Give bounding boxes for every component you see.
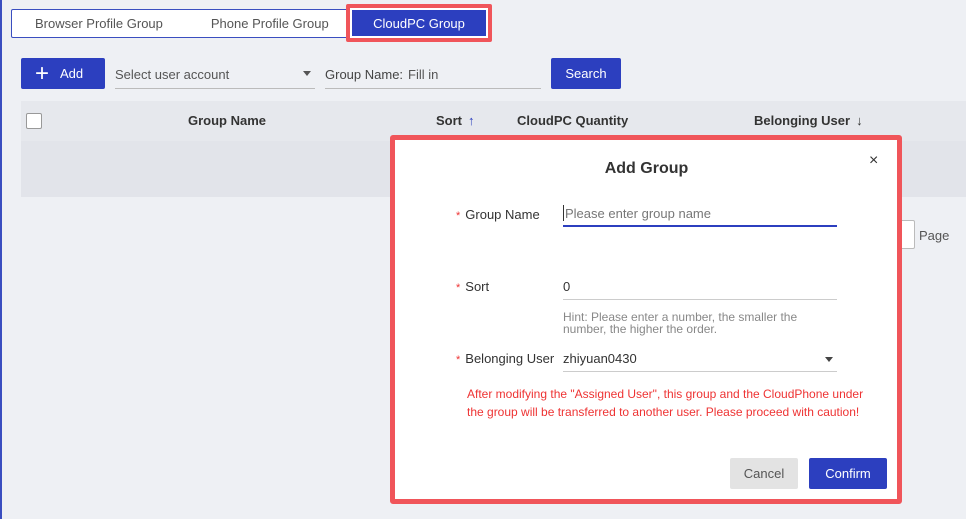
group-name-search-label: Group Name: (325, 66, 404, 82)
column-group-name[interactable]: Group Name (188, 113, 266, 128)
belonging-user-select[interactable]: zhiyuan0430 (563, 346, 837, 372)
text-cursor (563, 205, 564, 221)
tab-cloudpc-group[interactable]: CloudPC Group (352, 10, 486, 36)
sort-descending-icon: ↓ (856, 113, 863, 128)
column-cloudpc-quantity[interactable]: CloudPC Quantity (517, 113, 628, 128)
tab-phone-profile-group[interactable]: Phone Profile Group (187, 10, 353, 37)
plus-icon: + (35, 59, 50, 87)
user-account-placeholder: Select user account (115, 66, 230, 82)
chevron-down-icon (825, 357, 833, 362)
group-tabs: Browser Profile Group Phone Profile Grou… (11, 4, 492, 42)
group-name-search-field[interactable]: Group Name: Fill in (325, 60, 541, 89)
group-name-search-placeholder: Fill in (408, 66, 439, 82)
user-account-select[interactable]: Select user account (115, 60, 315, 89)
group-name-label: * Group Name (456, 207, 540, 222)
close-icon[interactable]: × (869, 152, 878, 170)
sort-input[interactable]: 0 (563, 274, 837, 300)
group-name-placeholder: Please enter group name (565, 205, 711, 221)
tab-highlight-box: CloudPC Group (346, 4, 492, 42)
tab-browser-profile-group[interactable]: Browser Profile Group (12, 10, 187, 37)
group-name-input[interactable]: Please enter group name (563, 201, 837, 227)
column-belonging-user[interactable]: Belonging User ↓ (754, 113, 863, 128)
search-button[interactable]: Search (551, 58, 621, 89)
sort-label: * Sort (456, 279, 490, 294)
sort-hint: Hint: Please enter a number, the smaller… (563, 310, 798, 336)
belonging-user-value: zhiyuan0430 (563, 351, 637, 366)
add-button-label: Add (60, 66, 84, 81)
confirm-button[interactable]: Confirm (809, 458, 887, 489)
page-label: Page (919, 228, 950, 243)
select-all-checkbox[interactable] (26, 113, 42, 129)
sort-ascending-icon: ↑ (468, 113, 475, 128)
required-mark: * (456, 210, 461, 222)
belonging-user-label: * Belonging User (456, 351, 555, 366)
cancel-button[interactable]: Cancel (730, 458, 798, 489)
add-button[interactable]: + Add (21, 58, 105, 89)
add-group-dialog: Add Group × * Group Name Please enter gro… (398, 142, 895, 497)
transfer-warning: After modifying the "Assigned User", thi… (467, 387, 864, 419)
left-border (0, 0, 2, 519)
dialog-title: Add Group (604, 160, 689, 177)
column-sort[interactable]: Sort ↑ (436, 113, 475, 128)
required-mark: * (456, 282, 461, 294)
required-mark: * (456, 354, 461, 366)
chevron-down-icon (303, 71, 311, 76)
sort-value: 0 (563, 279, 571, 294)
